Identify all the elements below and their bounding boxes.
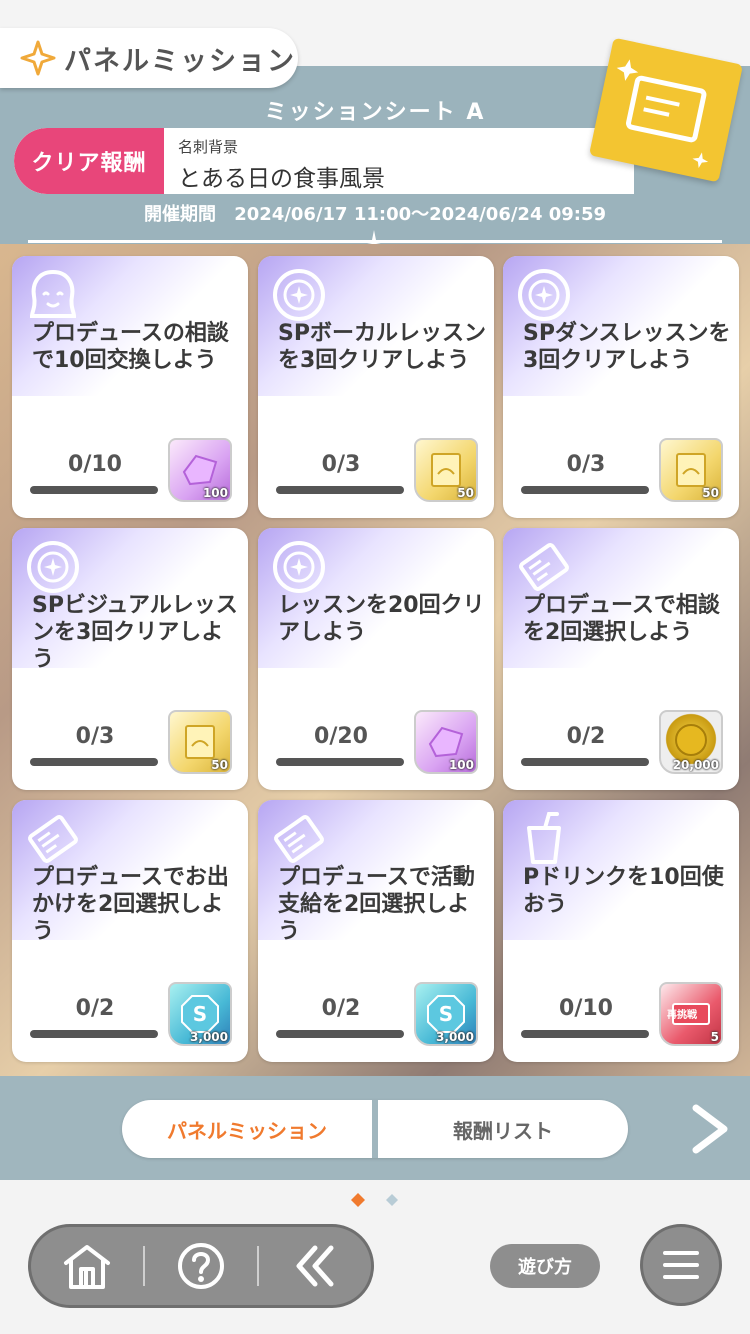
ticket-icon <box>515 538 573 596</box>
back-button[interactable] <box>259 1227 371 1305</box>
mission-progress-bar <box>521 758 649 766</box>
mission-reward-item[interactable]: 50 <box>659 438 723 502</box>
mission-card[interactable]: プロデュースでお出かけを2回選択しよう 0/2 S 3,000 <box>12 800 248 1062</box>
mission-progress-bar <box>521 1030 649 1038</box>
mission-description: プロデュースの相談で10回交換しよう <box>32 321 229 373</box>
tab-panel-mission[interactable]: パネルミッション <box>122 1100 378 1158</box>
mission-progress-text: 0/2 <box>566 724 606 749</box>
mission-progress-text: 0/2 <box>321 996 361 1021</box>
event-period-value: 2024/06/17 11:00～2024/06/24 09:59 <box>234 204 607 225</box>
clear-reward-label: クリア報酬 <box>14 128 164 194</box>
lesson-icon <box>270 266 328 324</box>
ticket-icon <box>24 810 82 868</box>
reward-quantity: 3,000 <box>190 1030 228 1044</box>
mission-reward-item[interactable]: S 3,000 <box>414 982 478 1046</box>
event-period-label: 開催期間 <box>143 204 216 225</box>
reward-quantity: 20,000 <box>672 758 719 772</box>
mission-card[interactable]: プロデュースで相談を2回選択しよう 0/2 20,000 <box>503 528 739 790</box>
page-indicator <box>351 1193 398 1207</box>
svg-text:S: S <box>439 1002 453 1026</box>
reward-quantity: 50 <box>702 486 719 500</box>
mission-description: レッスンを20回クリアしよう <box>278 593 485 645</box>
mission-card[interactable]: SPボーカルレッスンを3回クリアしよう 0/3 50 <box>258 256 494 518</box>
mission-progress-text: 0/20 <box>314 724 368 749</box>
reward-quantity: 5 <box>710 1030 719 1044</box>
mission-description: SPダンスレッスンを3回クリアしよう <box>523 321 731 373</box>
mission-reward-item[interactable]: 100 <box>414 710 478 774</box>
mission-reward-item[interactable]: 再挑戦 5 <box>659 982 723 1046</box>
mission-progress-bar <box>276 486 404 494</box>
mission-reward-item[interactable]: 100 <box>168 438 232 502</box>
sparkle-icon <box>20 40 56 76</box>
mission-description: プロデュースで活動支給を2回選択しよう <box>278 865 475 944</box>
mission-card[interactable]: プロデュースで活動支給を2回選択しよう 0/2 S 3,000 <box>258 800 494 1062</box>
reward-quantity: 100 <box>448 758 474 772</box>
reward-quantity: 3,000 <box>436 1030 474 1044</box>
double-chevron-left-icon <box>296 1245 334 1287</box>
clear-reward-name: とある日の食事風景 <box>178 166 385 192</box>
lesson-icon <box>270 538 328 596</box>
page-dot <box>386 1194 398 1206</box>
mission-progress-bar <box>30 486 158 494</box>
help-button[interactable] <box>145 1227 257 1305</box>
mission-progress-text: 0/10 <box>559 996 613 1021</box>
mission-progress-text: 0/3 <box>75 724 115 749</box>
screen-title: パネルミッション <box>0 28 298 88</box>
mission-description: プロデュースでお出かけを2回選択しよう <box>32 865 229 944</box>
hamburger-icon <box>663 1251 699 1279</box>
mission-description: プロデュースで相談を2回選択しよう <box>523 593 720 645</box>
mission-progress-bar <box>276 758 404 766</box>
svg-text:S: S <box>193 1002 207 1026</box>
bottom-nav <box>28 1224 374 1308</box>
mission-progress-bar <box>276 1030 404 1038</box>
how-to-play-button[interactable]: 遊び方 <box>490 1244 600 1288</box>
mission-panel-grid: プロデュースの相談で10回交換しよう 0/10 100 SPボーカルレッスンを3回クリ… <box>0 244 750 1076</box>
reward-quantity: 50 <box>457 486 474 500</box>
reward-quantity: 50 <box>211 758 228 772</box>
clear-reward-info: 名刺背景 とある日の食事風景 <box>164 128 385 194</box>
ticket-icon <box>270 810 328 868</box>
mission-card[interactable]: Pドリンクを10回使おう 0/10 再挑戦 5 <box>503 800 739 1062</box>
home-button[interactable] <box>31 1227 143 1305</box>
clear-reward-box: クリア報酬 名刺背景 とある日の食事風景 <box>14 128 634 194</box>
mission-card[interactable]: プロデュースの相談で10回交換しよう 0/10 100 <box>12 256 248 518</box>
mission-reward-item[interactable]: 50 <box>414 438 478 502</box>
event-period: 開催期間 2024/06/17 11:00～2024/06/24 09:59 <box>0 200 750 226</box>
mission-progress-text: 0/3 <box>566 452 606 477</box>
home-icon <box>64 1245 110 1289</box>
tab-bar: パネルミッション 報酬リスト <box>122 1100 628 1158</box>
mission-progress-bar <box>30 758 158 766</box>
mission-reward-item[interactable]: 20,000 <box>659 710 723 774</box>
mission-progress-text: 0/10 <box>68 452 122 477</box>
reward-quantity: 100 <box>202 486 228 500</box>
mission-reward-item[interactable]: 50 <box>168 710 232 774</box>
mission-description: Pドリンクを10回使おう <box>523 865 724 917</box>
mission-description: SPビジュアルレッスンを3回クリアしよう <box>32 593 238 672</box>
clear-reward-category: 名刺背景 <box>178 138 239 156</box>
reward-item-label: 再挑戦 <box>667 1010 697 1021</box>
lesson-icon <box>515 266 573 324</box>
face-icon <box>24 266 82 324</box>
menu-button[interactable] <box>640 1224 722 1306</box>
tab-reward-list[interactable]: 報酬リスト <box>378 1100 628 1158</box>
mission-reward-item[interactable]: S 3,000 <box>168 982 232 1046</box>
screen-title-text: パネルミッション <box>64 45 296 77</box>
page-dot-active <box>351 1193 365 1207</box>
question-icon <box>178 1243 224 1289</box>
lesson-icon <box>24 538 82 596</box>
mission-description: SPボーカルレッスンを3回クリアしよう <box>278 321 486 373</box>
mission-card[interactable]: SPビジュアルレッスンを3回クリアしよう 0/3 50 <box>12 528 248 790</box>
mission-progress-text: 0/2 <box>75 996 115 1021</box>
mission-progress-text: 0/3 <box>321 452 361 477</box>
mission-card[interactable]: SPダンスレッスンを3回クリアしよう 0/3 50 <box>503 256 739 518</box>
mission-card[interactable]: レッスンを20回クリアしよう 0/20 100 <box>258 528 494 790</box>
mission-progress-bar <box>30 1030 158 1038</box>
drink-icon <box>515 810 573 868</box>
next-sheet-arrow-icon[interactable] <box>686 1104 732 1154</box>
mission-progress-bar <box>521 486 649 494</box>
